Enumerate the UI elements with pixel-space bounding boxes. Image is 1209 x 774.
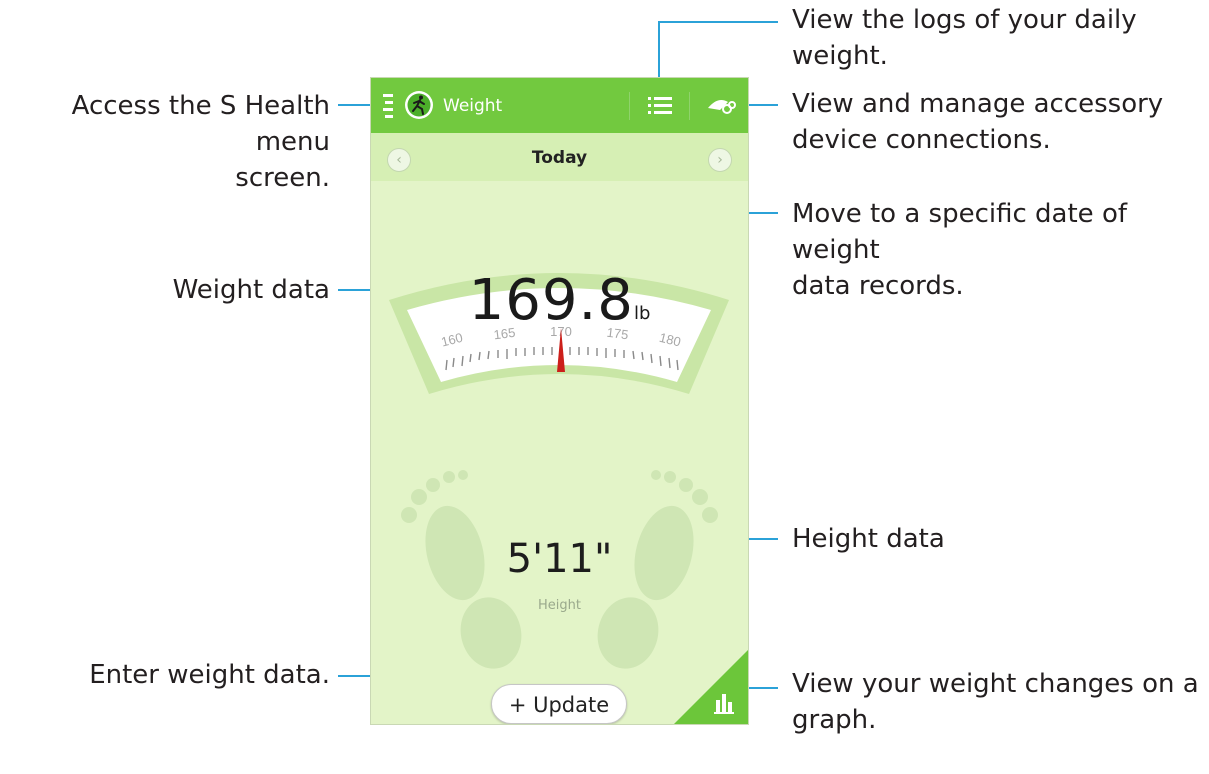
height-value: 5'11" [506, 536, 613, 582]
app-title: Weight [443, 96, 503, 116]
update-button[interactable]: + Update [491, 684, 627, 724]
height-label: Height [538, 598, 581, 613]
leader-logs-h [658, 21, 778, 23]
callout-logs: View the logs of your daily weight. [792, 5, 1137, 71]
divider [689, 92, 690, 120]
callout-menu: Access the S Health menu screen. [71, 91, 330, 193]
divider [629, 92, 630, 120]
next-date-button[interactable]: › [708, 148, 732, 172]
date-label[interactable]: Today [371, 148, 748, 168]
callout-height: Height data [792, 524, 945, 554]
callout-weight-data: Weight data [172, 275, 330, 305]
app-bar: Weight [371, 78, 748, 133]
weight-unit: lb [633, 303, 651, 324]
menu-icon[interactable] [381, 92, 395, 120]
accessory-icon[interactable] [706, 96, 736, 116]
phone-screen: Weight ‹ Today › 160 165 175 180 169.8lb… [370, 77, 749, 725]
walker-icon [405, 91, 433, 119]
graph-button[interactable] [674, 650, 748, 724]
callout-accessory: View and manage accessory device connect… [792, 89, 1164, 155]
callout-date: Move to a specific date of weight data r… [792, 199, 1128, 301]
weight-value: 169.8lb [468, 268, 651, 333]
leader-accessory [744, 104, 778, 106]
log-list-icon[interactable] [648, 96, 672, 116]
callout-enter-weight: Enter weight data. [89, 660, 330, 690]
callout-graph: View your weight changes on a graph. [792, 669, 1199, 735]
leader-logs-v [658, 21, 660, 77]
leader-graph [744, 687, 778, 689]
leader-menu [338, 104, 373, 106]
